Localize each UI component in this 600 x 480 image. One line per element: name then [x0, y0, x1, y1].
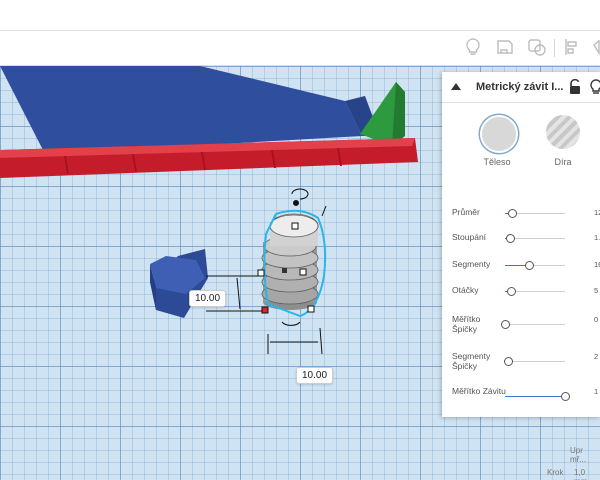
param-label: Měřítko Závitu [452, 386, 506, 396]
param-slider[interactable] [505, 287, 565, 296]
param-slider-knob[interactable] [504, 357, 513, 366]
group-icon[interactable] [526, 37, 548, 59]
note-icon[interactable] [494, 37, 516, 59]
param-slider-knob[interactable] [561, 392, 570, 401]
solid-label: Těleso [483, 157, 511, 167]
param-value[interactable]: 12 [594, 208, 600, 217]
param-slider-knob[interactable] [507, 287, 516, 296]
param-slider[interactable] [501, 320, 565, 329]
lightbulb-icon[interactable] [462, 37, 484, 59]
param-value[interactable]: 2 [594, 352, 598, 361]
param-slider[interactable] [505, 261, 565, 270]
param-row: Segmenty Špičky 2 [452, 351, 600, 371]
visibility-bulb-icon[interactable] [590, 79, 600, 95]
param-slider-knob[interactable] [505, 234, 515, 243]
align-icon[interactable] [561, 37, 583, 59]
shape-properties-panel: Metrický závit I... Těleso Díra Průměr12… [442, 72, 600, 417]
units-label[interactable]: Upr mř... [570, 446, 600, 464]
param-slider-knob[interactable] [501, 320, 510, 329]
param-slider[interactable] [505, 234, 565, 243]
mirror-icon[interactable] [590, 37, 600, 59]
unlock-icon[interactable] [568, 78, 582, 95]
param-label: Segmenty Špičky [452, 351, 491, 371]
param-row: Měřítko Závitu 1 [452, 386, 600, 406]
panel-title: Metrický závit I... [476, 81, 564, 93]
param-label: Průměr [452, 207, 480, 217]
collapse-icon[interactable] [451, 83, 461, 90]
param-row: Otáčky 5 [452, 285, 600, 305]
hole-label: Díra [554, 157, 572, 167]
param-value[interactable]: 16 [594, 260, 600, 269]
step-value[interactable]: 1,0 mm [574, 468, 600, 480]
panel-header: Metrický závit I... [442, 72, 600, 103]
param-label: Segmenty [452, 259, 491, 269]
param-value[interactable]: 0 [594, 315, 598, 324]
param-row: Segmenty 16 [452, 259, 600, 279]
toolbar-separator [554, 39, 555, 57]
hexagon-shape[interactable] [150, 249, 208, 318]
toolbar [0, 31, 600, 66]
param-value[interactable]: 5 [594, 286, 598, 295]
hole-swatch[interactable] [546, 115, 580, 149]
top-bar [0, 0, 600, 31]
solid-swatch[interactable] [480, 115, 518, 153]
height-dimension-label[interactable]: 10.00 [189, 290, 227, 307]
width-dimension-label[interactable]: 10.00 [296, 367, 334, 384]
param-slider-knob[interactable] [525, 261, 534, 270]
param-slider[interactable] [505, 392, 570, 401]
step-label: Krok [547, 468, 564, 477]
blue-wedge-shape[interactable] [0, 66, 362, 154]
param-slider[interactable] [504, 357, 565, 366]
param-value[interactable]: 1 [594, 387, 598, 396]
param-label: Stoupání [452, 232, 487, 242]
param-row: Stoupání 1.5 [452, 232, 600, 252]
param-slider-knob[interactable] [508, 209, 518, 218]
param-label: Otáčky [452, 285, 479, 295]
param-value[interactable]: 1.5 [594, 233, 600, 242]
param-row: Průměr 12 [452, 207, 600, 227]
param-label: Měřítko Špičky [452, 314, 481, 334]
param-slider-fill [505, 396, 565, 397]
param-slider[interactable] [505, 209, 565, 218]
param-row: Měřítko Špičky 0 [452, 314, 600, 334]
